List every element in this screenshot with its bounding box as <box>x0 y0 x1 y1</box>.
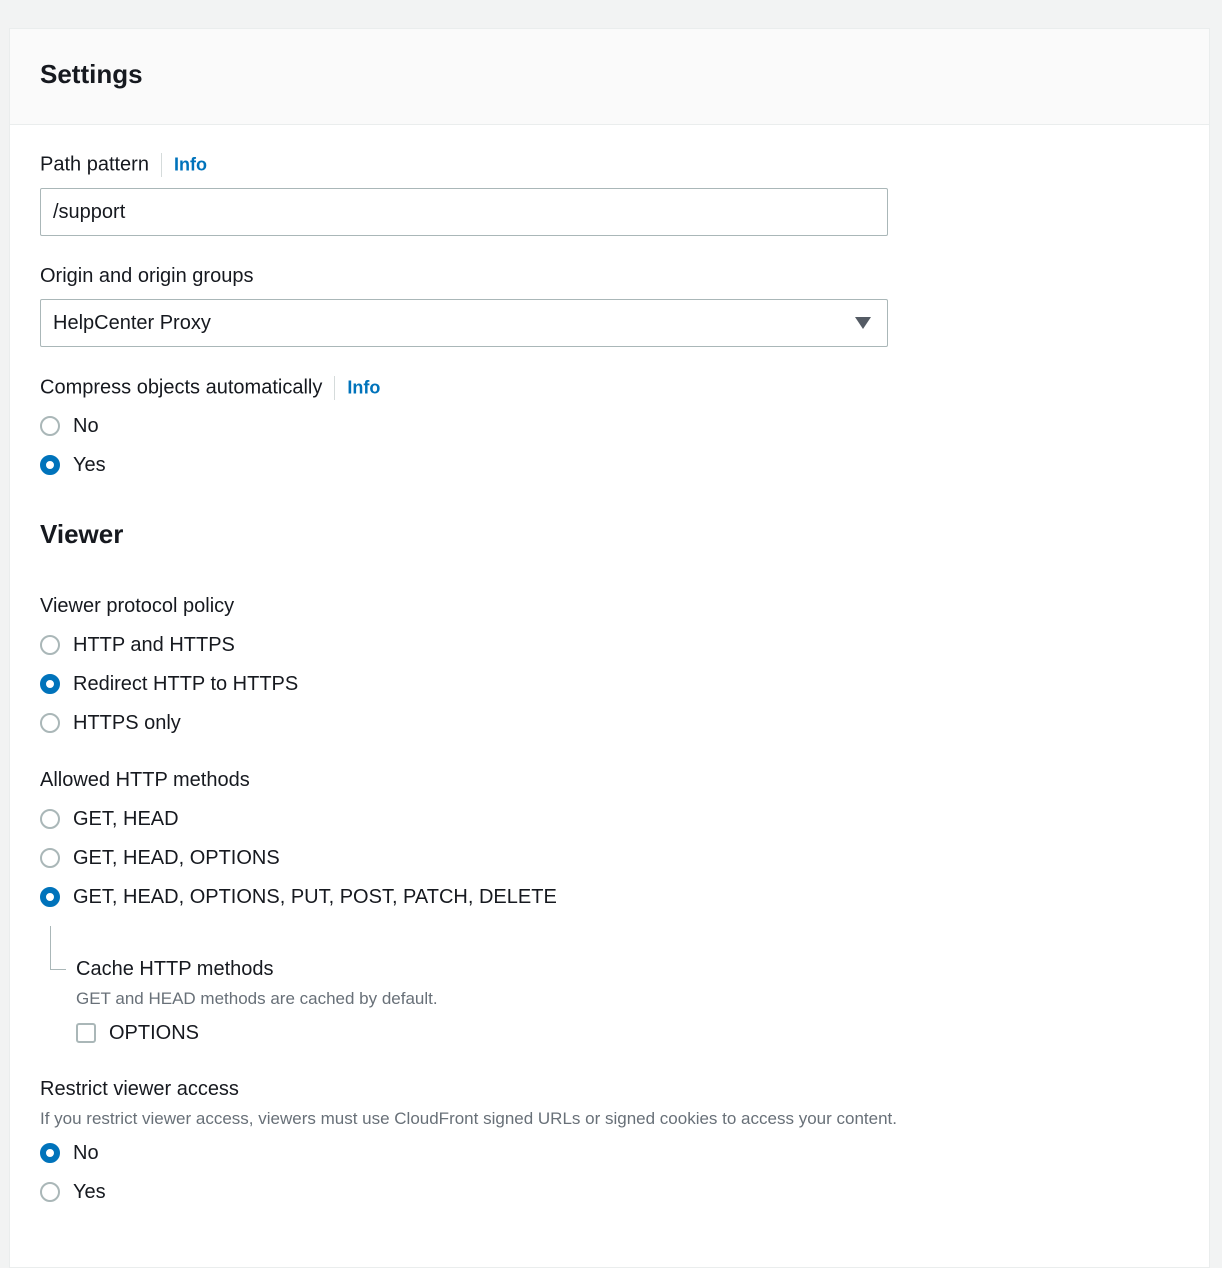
cache-options-checkbox-row[interactable]: OPTIONS <box>76 1018 199 1048</box>
compress-info-link[interactable]: Info <box>347 378 380 398</box>
path-pattern-label: Path pattern <box>40 153 149 176</box>
radio-checked-icon[interactable] <box>40 1143 60 1163</box>
restrict-access-label: Restrict viewer access <box>40 1078 239 1100</box>
radio-checked-icon[interactable] <box>40 674 60 694</box>
protocol-option-redirect[interactable]: Redirect HTTP to HTTPS <box>40 669 298 699</box>
radio-label: GET, HEAD, OPTIONS <box>73 846 280 869</box>
methods-option-all[interactable]: GET, HEAD, OPTIONS, PUT, POST, PATCH, DE… <box>40 882 557 912</box>
compress-label-row: Compress objects automatically Info <box>40 376 380 400</box>
radio-checked-icon[interactable] <box>40 455 60 475</box>
radio-label: Redirect HTTP to HTTPS <box>73 672 299 695</box>
info-separator <box>160 153 162 177</box>
radio-checked-icon[interactable] <box>40 887 60 907</box>
protocol-policy-label: Viewer protocol policy <box>40 595 235 617</box>
tree-connector-horizontal <box>50 969 66 970</box>
restrict-access-description: If you restrict viewer access, viewers m… <box>40 1109 897 1128</box>
radio-label: GET, HEAD <box>73 807 179 830</box>
cache-methods-label: Cache HTTP methods <box>76 958 274 980</box>
path-pattern-info-link[interactable]: Info <box>174 155 207 175</box>
cache-methods-description: GET and HEAD methods are cached by defau… <box>76 989 438 1008</box>
checkbox-icon[interactable] <box>76 1023 96 1043</box>
protocol-option-http-https[interactable]: HTTP and HTTPS <box>40 630 235 660</box>
origin-select-value: HelpCenter Proxy <box>53 312 211 334</box>
allowed-methods-label: Allowed HTTP methods <box>40 769 250 791</box>
path-pattern-input[interactable] <box>40 188 888 236</box>
path-pattern-label-row: Path pattern Info <box>40 153 207 177</box>
caret-down-icon <box>855 317 871 329</box>
radio-label: Yes <box>73 453 106 476</box>
settings-panel: Settings Path pattern Info Origin and ori… <box>9 28 1210 1268</box>
radio-label: HTTP and HTTPS <box>73 633 235 656</box>
compress-option-no[interactable]: No <box>40 411 99 441</box>
radio-unchecked-icon[interactable] <box>40 809 60 829</box>
origin-label: Origin and origin groups <box>40 265 254 287</box>
radio-label: HTTPS only <box>73 711 181 734</box>
checkbox-label: OPTIONS <box>109 1021 200 1044</box>
methods-option-get-head[interactable]: GET, HEAD <box>40 804 179 834</box>
radio-unchecked-icon[interactable] <box>40 848 60 868</box>
radio-unchecked-icon[interactable] <box>40 713 60 733</box>
radio-unchecked-icon[interactable] <box>40 635 60 655</box>
radio-label: No <box>73 1141 99 1164</box>
origin-select[interactable]: HelpCenter Proxy <box>40 299 888 347</box>
methods-option-get-head-options[interactable]: GET, HEAD, OPTIONS <box>40 843 280 873</box>
viewer-section-title: Viewer <box>40 519 124 549</box>
compress-label: Compress objects automatically <box>40 376 323 399</box>
protocol-option-https-only[interactable]: HTTPS only <box>40 708 181 738</box>
radio-unchecked-icon[interactable] <box>40 416 60 436</box>
restrict-option-yes[interactable]: Yes <box>40 1177 106 1207</box>
tree-connector-vertical <box>50 926 51 970</box>
restrict-option-no[interactable]: No <box>40 1138 99 1168</box>
radio-label: GET, HEAD, OPTIONS, PUT, POST, PATCH, DE… <box>73 885 557 908</box>
panel-header: Settings <box>10 29 1209 125</box>
radio-label: No <box>73 414 99 437</box>
radio-label: Yes <box>73 1180 106 1203</box>
info-separator <box>334 376 336 400</box>
radio-unchecked-icon[interactable] <box>40 1182 60 1202</box>
compress-option-yes[interactable]: Yes <box>40 450 106 480</box>
panel-title: Settings <box>40 59 143 89</box>
